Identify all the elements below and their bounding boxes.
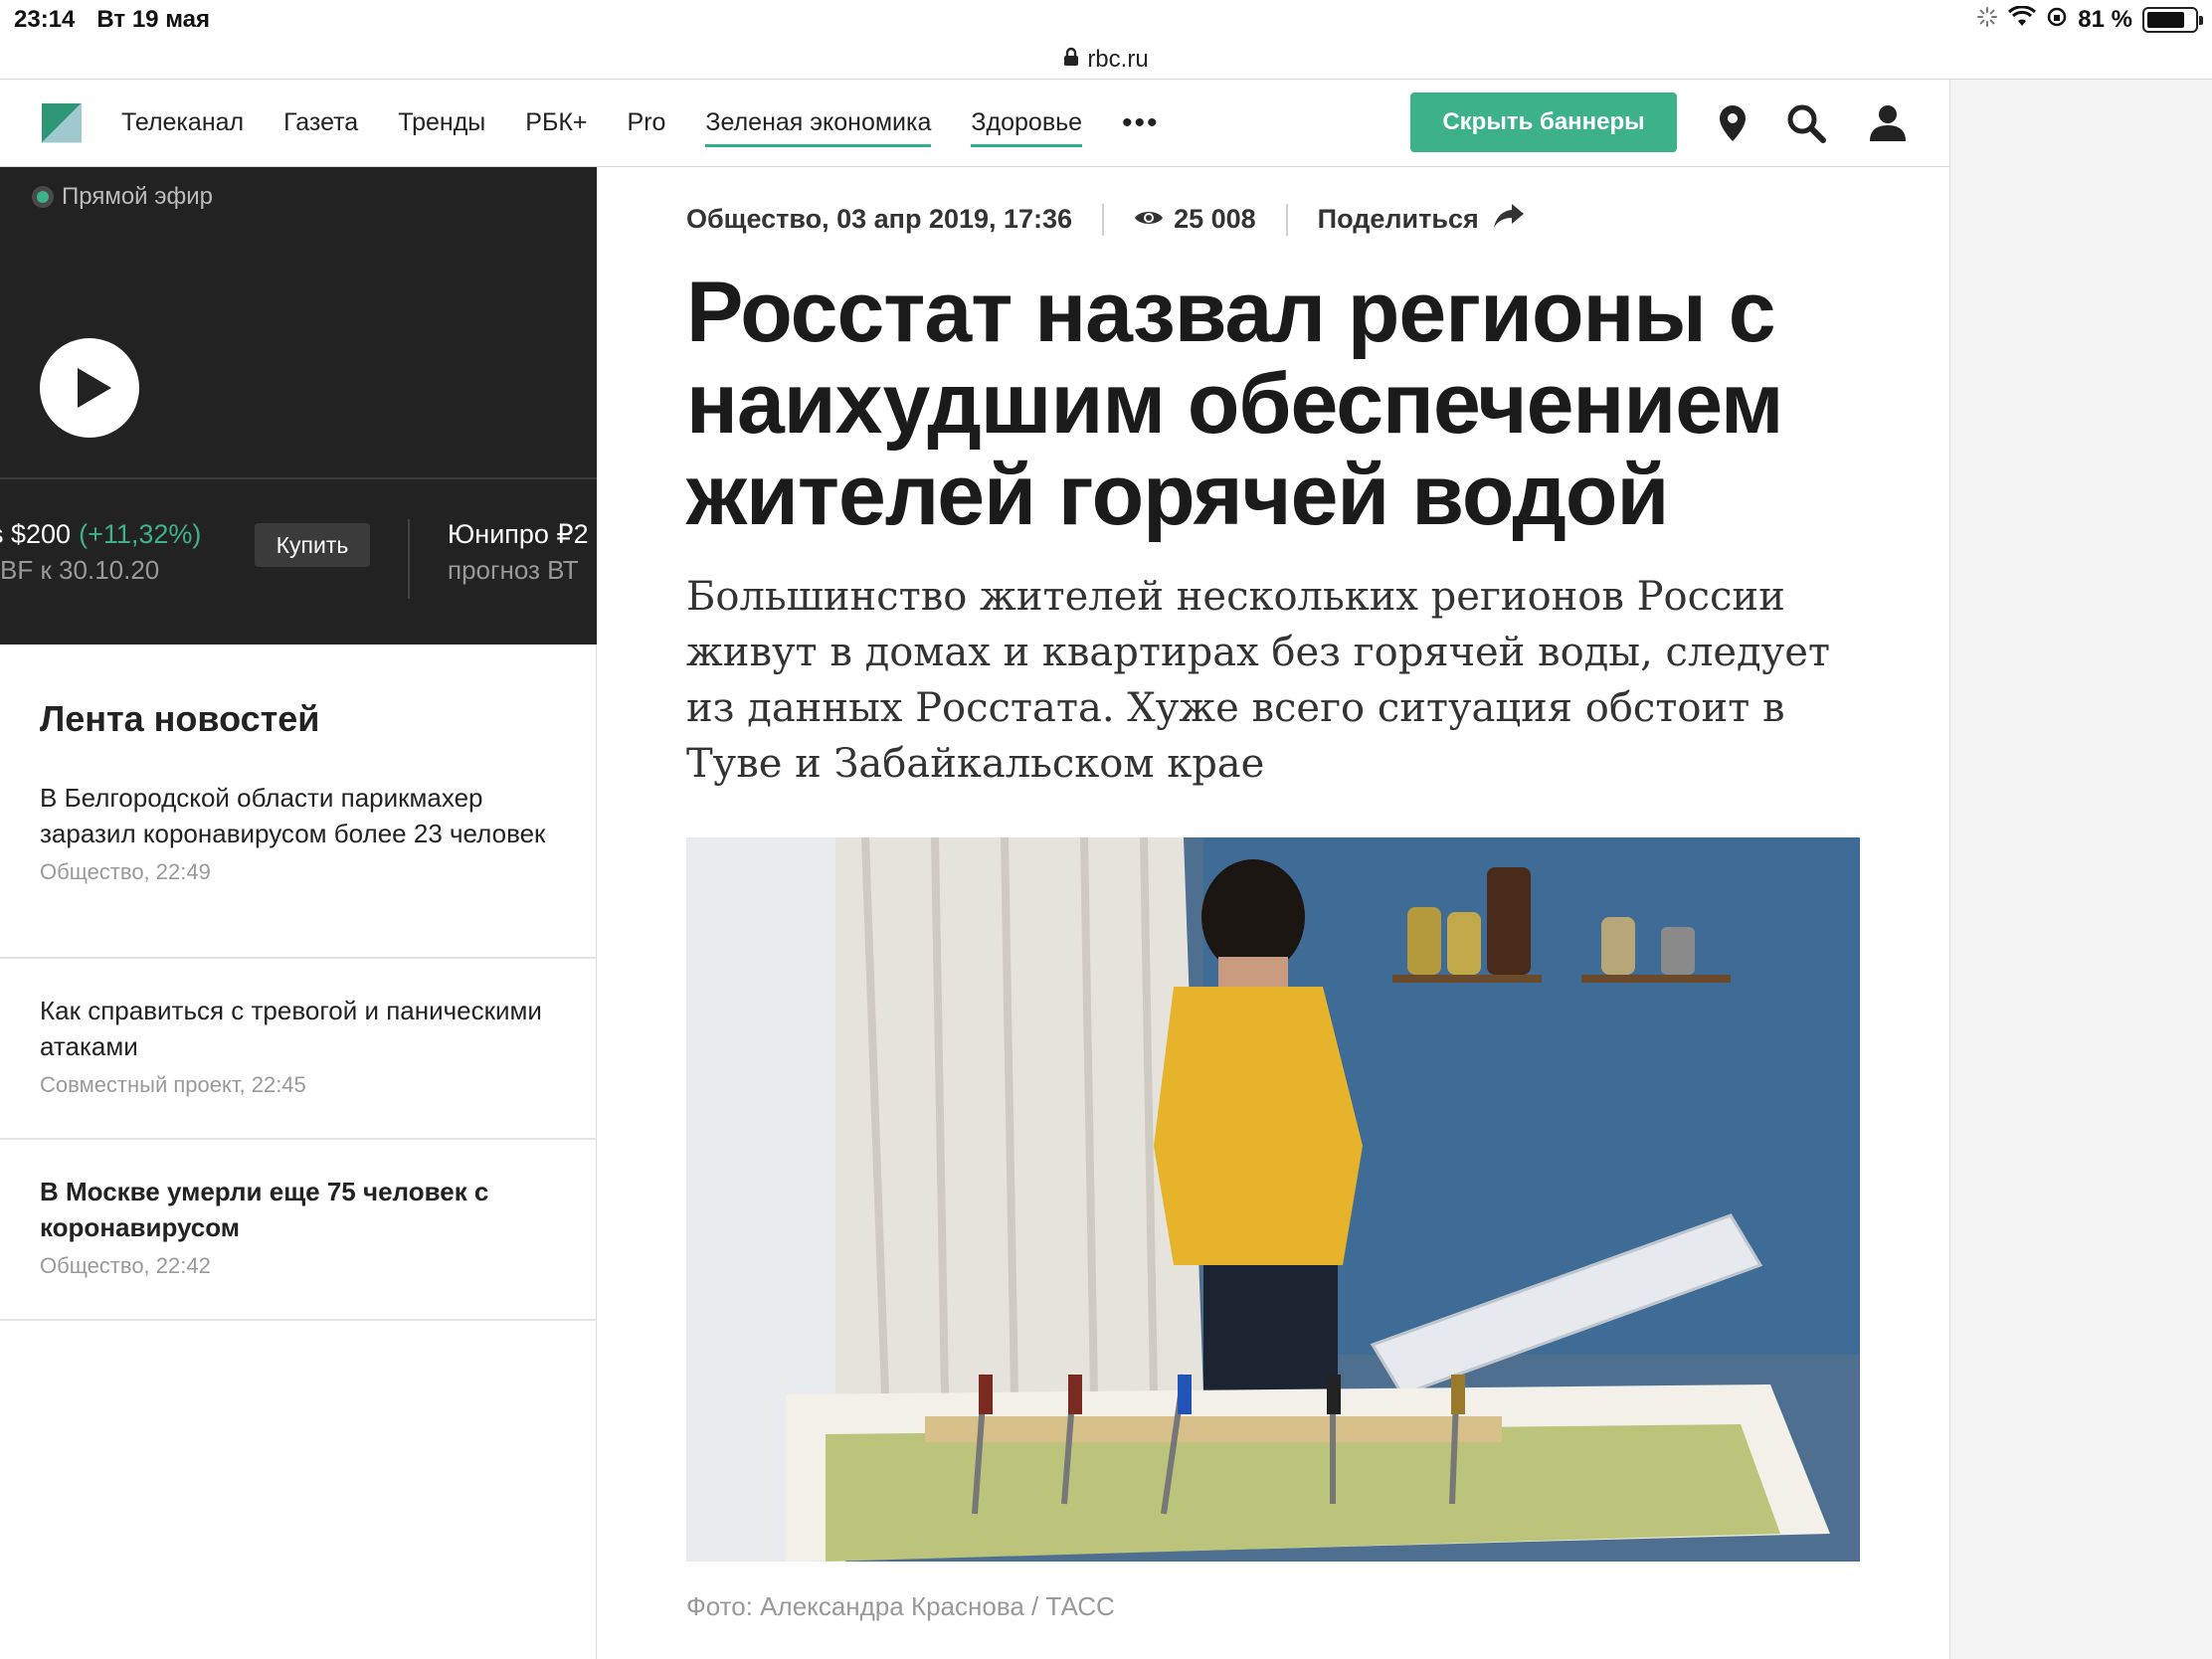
article-views: 25 008 — [1134, 204, 1256, 235]
article-meta: Общество, 03 апр 2019, 17:36 25 008 Поде… — [686, 203, 1525, 236]
orientation-lock-icon — [2046, 6, 2068, 35]
url-text: rbc.ru — [1087, 45, 1149, 73]
ticker-item-1-value: s $200 — [0, 519, 72, 549]
user-icon[interactable] — [1866, 101, 1910, 145]
share-button[interactable]: Поделиться — [1318, 203, 1525, 236]
nav-tv[interactable]: Телеканал — [121, 98, 244, 147]
location-icon[interactable] — [1711, 101, 1754, 145]
news-feed-item-title[interactable]: В Москве умерли еще 75 человек с коронав… — [40, 1174, 557, 1245]
news-feed-item[interactable]: В Белгородской области парикмахер зарази… — [0, 780, 597, 959]
article-headline: Росстат назвал регионы с наихудшим обесп… — [686, 265, 1784, 543]
more-menu-button[interactable]: ••• — [1122, 106, 1160, 140]
site-header: Телеканал Газета Тренды РБК+ Pro Зеленая… — [0, 80, 1949, 167]
nav-pro[interactable]: Pro — [628, 98, 666, 147]
nav-newspaper[interactable]: Газета — [283, 98, 358, 147]
play-icon[interactable] — [40, 338, 139, 438]
ticker-item-1-sub: BF к 30.10.20 — [0, 555, 160, 585]
loading-spinner-icon — [1976, 6, 1998, 35]
ticker-divider — [408, 519, 410, 599]
ticker-item-1-change: (+11,32%) — [79, 519, 202, 549]
article-lead: Большинство жителей нескольких регионов … — [686, 574, 1830, 787]
news-feed-item[interactable]: В Москве умерли еще 75 человек с коронав… — [0, 1140, 597, 1321]
lock-icon — [1063, 46, 1079, 74]
main-nav: Телеканал Газета Тренды РБК+ Pro Зеленая… — [121, 98, 1160, 147]
status-date: Вт 19 мая — [96, 6, 210, 33]
news-feed-item-meta: Общество, 22:49 — [40, 859, 211, 884]
views-count: 25 008 — [1174, 204, 1256, 234]
live-label: Прямой эфир — [32, 183, 213, 211]
left-sidebar: Прямой эфир s $200(+11,32%) BF к 30.10.2… — [0, 167, 597, 1659]
rbc-logo[interactable] — [42, 102, 82, 143]
nav-trends[interactable]: Тренды — [398, 98, 485, 147]
ios-status-bar: 23:14 Вт 19 мая 81 % — [0, 0, 2212, 40]
news-feed-item-meta: Общество, 22:42 — [40, 1253, 211, 1278]
right-gutter — [1949, 80, 2212, 1659]
news-feed-title: Лента новостей — [40, 698, 320, 739]
ticker-item-1: s $200(+11,32%) — [0, 519, 201, 550]
live-stream-player[interactable]: Прямой эфир s $200(+11,32%) BF к 30.10.2… — [0, 167, 597, 645]
news-feed-item-title[interactable]: В Белгородской области парикмахер зарази… — [40, 780, 557, 851]
search-icon[interactable] — [1784, 101, 1828, 145]
ticker-item-2[interactable]: Юнипро ₽2 — [448, 519, 589, 550]
share-arrow-icon — [1493, 203, 1525, 236]
status-time: 23:14 — [14, 6, 76, 33]
buy-button[interactable]: Купить — [255, 523, 370, 567]
photo-caption: Фото: Александра Краснова / ТАСС — [686, 1591, 1115, 1621]
eye-icon — [1134, 204, 1164, 235]
hide-banners-button[interactable]: Скрыть баннеры — [1410, 92, 1677, 152]
nav-green-economy[interactable]: Зеленая экономика — [705, 98, 932, 147]
battery-icon — [2142, 7, 2203, 33]
share-label: Поделиться — [1317, 204, 1479, 234]
battery-percent: 81 % — [2078, 6, 2132, 33]
live-indicator-icon — [32, 186, 54, 208]
meta-divider — [1285, 203, 1288, 236]
ticker-item-2-sub: прогноз ВТ — [448, 555, 579, 585]
meta-divider — [1102, 203, 1105, 236]
article-category-date[interactable]: Общество, 03 апр 2019, 17:36 — [686, 204, 1072, 235]
news-feed-item-title[interactable]: Как справиться с тревогой и паническими … — [40, 993, 557, 1064]
news-feed-item-meta: Совместный проект, 22:45 — [40, 1072, 306, 1097]
nav-rbc-plus[interactable]: РБК+ — [525, 98, 587, 147]
nav-health[interactable]: Здоровье — [971, 98, 1083, 147]
ticker-strip: s $200(+11,32%) BF к 30.10.20 Купить Юни… — [0, 477, 597, 645]
article-photo[interactable] — [686, 837, 1860, 1562]
wifi-icon — [2008, 4, 2037, 35]
news-feed-item[interactable]: Как справиться с тревогой и паническими … — [0, 959, 597, 1140]
address-bar[interactable]: rbc.ru — [0, 40, 2212, 80]
live-label-text: Прямой эфир — [62, 183, 213, 210]
